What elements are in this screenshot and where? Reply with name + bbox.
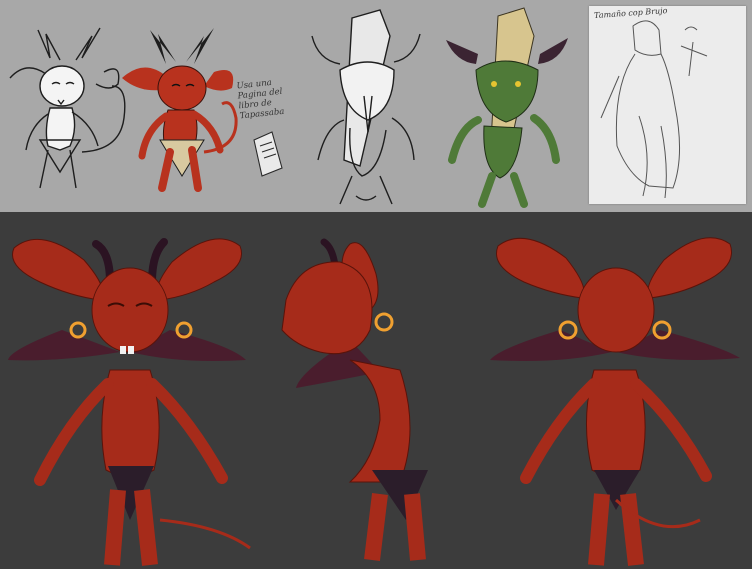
reference-sketch-card (589, 6, 746, 204)
book-page-doodle (253, 131, 283, 177)
sketch-goblin-colored (446, 7, 568, 208)
reference-sketch (600, 20, 708, 199)
sketch-devil-lineart (9, 27, 126, 189)
sketch-goblin-lineart (311, 9, 421, 205)
devil-front-view (8, 238, 251, 566)
sketch-devil-colored (122, 28, 238, 192)
devil-side-view (281, 238, 428, 561)
devil-back-view (490, 237, 740, 566)
character-sheet: Usa una Pagina del libro de Tapassaba Ta… (0, 0, 752, 569)
sketch-note-page: Usa una Pagina del libro de Tapassaba (236, 77, 285, 122)
